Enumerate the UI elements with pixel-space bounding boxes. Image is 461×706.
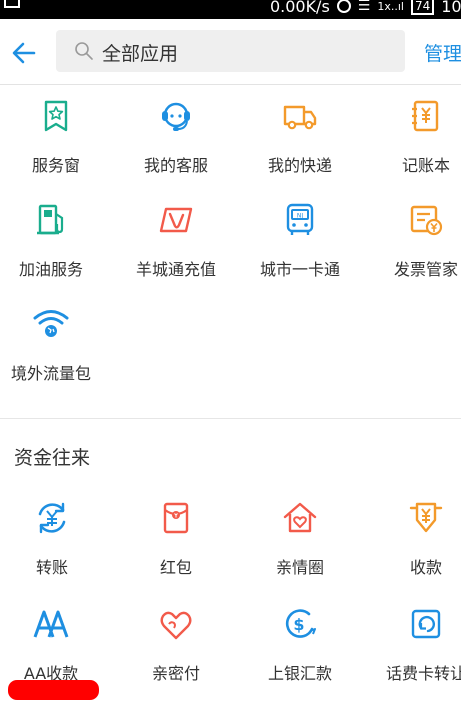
gas-pump-icon — [37, 204, 64, 235]
dollar-remit-icon: $ — [285, 609, 316, 638]
clock: 10: — [441, 0, 461, 16]
app-label: 羊城通充值 — [135, 260, 216, 279]
receive-money-icon — [409, 502, 443, 533]
fund-item-aa[interactable]: AA收款 — [0, 606, 109, 684]
hearts-icon — [160, 611, 192, 640]
truck-icon — [283, 105, 317, 130]
svg-text:NJ: NJ — [297, 213, 303, 220]
bus-card-icon: NJ — [286, 203, 314, 235]
ycard-icon — [159, 207, 193, 233]
wifi-status-icon: ☰ — [357, 0, 371, 14]
fund-label: 红包 — [159, 558, 192, 577]
app-label: 城市一卡通 — [259, 260, 340, 279]
family-house-icon — [283, 502, 317, 533]
battery-level: 74 — [410, 0, 435, 15]
wifi-globe-icon — [33, 310, 69, 337]
svg-text:$: $ — [293, 615, 304, 634]
app-label: 境外流量包 — [10, 364, 91, 383]
app-item-customer-service[interactable]: 我的客服 — [118, 98, 234, 176]
search-input[interactable]: 全部应用 — [56, 30, 405, 72]
app-label: 服务窗 — [31, 156, 80, 175]
app-label: 记账本 — [401, 156, 450, 175]
fund-item-phone-card[interactable]: 话费卡转让 — [368, 606, 461, 684]
status-bar: 0.00K/s ☰ 1x..ıl 74 10: — [0, 0, 461, 19]
fund-label: 收款 — [409, 558, 442, 577]
search-icon — [75, 42, 93, 60]
fund-item-receive[interactable]: 收款 — [368, 500, 461, 578]
app-item-invoice[interactable]: 发票管家 — [368, 202, 461, 280]
fund-label: 亲密付 — [151, 664, 200, 683]
phone-card-icon — [411, 609, 441, 639]
app-item-city-card[interactable]: NJ 城市一卡通 — [242, 202, 358, 280]
app-item-ledger[interactable]: 记账本 — [368, 98, 461, 176]
bookmark-star-icon — [44, 100, 68, 132]
app-item-fuel-service[interactable]: 加油服务 — [0, 202, 109, 280]
app-item-overseas-data[interactable]: 境外流量包 — [0, 306, 109, 384]
red-highlight-mark — [8, 680, 99, 700]
alarm-icon — [336, 0, 351, 13]
fund-item-transfer[interactable]: 转账 — [0, 500, 110, 578]
section-divider — [0, 418, 461, 419]
fund-label: 亲情圈 — [275, 558, 324, 577]
app-item-service-window[interactable]: 服务窗 — [0, 98, 114, 176]
fund-item-red-envelope[interactable]: 红包 — [118, 500, 234, 578]
headset-icon — [162, 102, 190, 131]
app-item-yct-recharge[interactable]: 羊城通充值 — [118, 202, 234, 280]
fund-item-intimate-pay[interactable]: 亲密付 — [118, 606, 234, 684]
notification-icon — [4, 0, 20, 8]
fund-label: 话费卡转让 — [385, 664, 461, 683]
app-label: 我的快递 — [267, 156, 332, 175]
aa-icon — [33, 610, 69, 638]
app-header: 全部应用 管理 — [0, 19, 461, 85]
signal-strength: 1x..ıl — [377, 0, 404, 13]
fund-label: 转账 — [35, 558, 68, 577]
status-indicators: 0.00K/s ☰ 1x..ıl 74 10: — [270, 0, 461, 16]
ledger-icon — [412, 100, 439, 132]
network-speed: 0.00K/s — [269, 0, 330, 16]
search-placeholder: 全部应用 — [102, 43, 179, 65]
back-arrow-icon[interactable] — [10, 39, 38, 67]
app-item-express[interactable]: 我的快递 — [242, 98, 358, 176]
app-label: 加油服务 — [18, 260, 83, 279]
fund-item-family-circle[interactable]: 亲情圈 — [242, 500, 358, 578]
invoice-icon — [410, 205, 443, 236]
fund-label: 上银汇款 — [267, 664, 332, 683]
app-label: 发票管家 — [393, 260, 458, 279]
section-title: 资金往来 — [14, 447, 91, 469]
fund-item-bank-remit[interactable]: $ 上银汇款 — [242, 606, 358, 684]
transfer-icon — [38, 502, 66, 534]
app-label: 我的客服 — [143, 156, 208, 175]
manage-button[interactable]: 管理 — [424, 39, 461, 66]
red-envelope-icon — [163, 502, 189, 534]
